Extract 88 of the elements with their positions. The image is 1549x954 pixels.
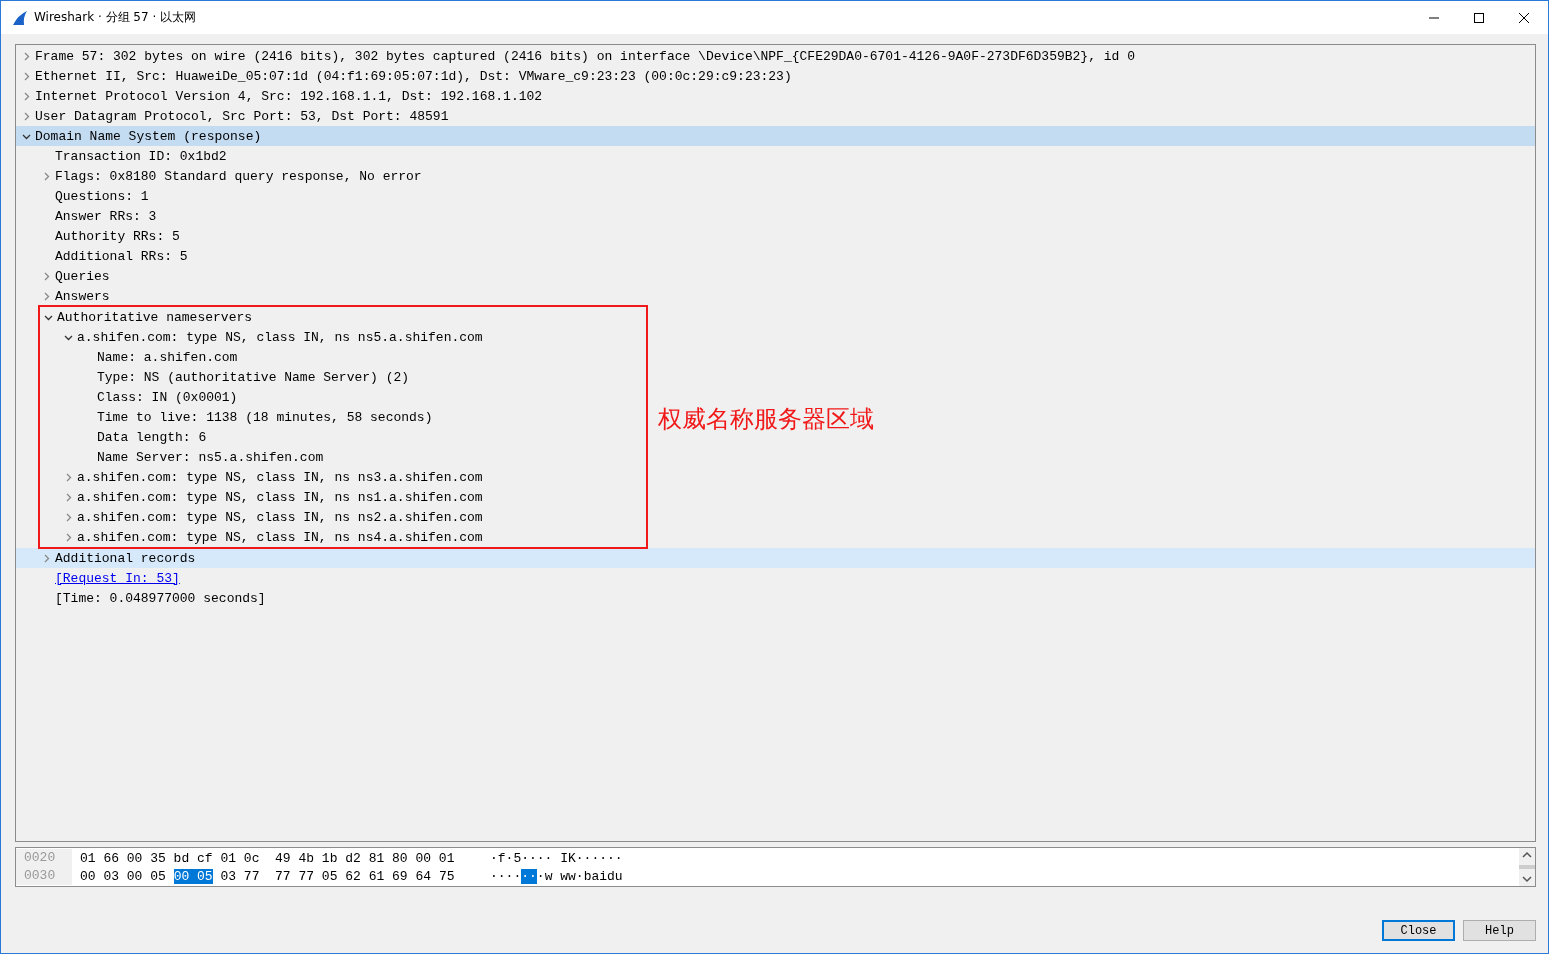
hex-bytes[interactable]: 00 03 00 05	[80, 868, 174, 884]
tree-row[interactable]: [Request In: 53]	[16, 568, 1535, 588]
request-link[interactable]: [Request In: 53]	[55, 570, 180, 586]
field-label: Flags: 0x8180 Standard query response, No error	[55, 168, 422, 184]
tree-row[interactable]: Answers	[16, 286, 1535, 306]
hex-bytes[interactable]: 01 66 00 35 bd cf 01 0c 49 4b 1b d2 81 80 00 01	[80, 850, 455, 866]
tree-row[interactable]: a.shifen.com: type NS, class IN, ns ns1.a.shifen.com	[18, 487, 646, 507]
expand-chevron-icon[interactable]	[64, 472, 73, 482]
ascii-bytes[interactable]: ·w ww·baidu	[536, 868, 623, 884]
field-label: a.shifen.com: type NS, class IN, ns ns5.a.shifen.com	[77, 329, 483, 345]
tree-row[interactable]: Ethernet II, Src: HuaweiDe_05:07:1d (04:f1:69:05:07:1d), Dst: VMware_c9:23:23 (00:0c:29:c9:23:23)	[16, 66, 1535, 86]
field-label: a.shifen.com: type NS, class IN, ns ns1.a.shifen.com	[77, 489, 483, 505]
tree-row[interactable]: Authority RRs: 5	[16, 226, 1535, 246]
expand-chevron-icon[interactable]	[22, 71, 31, 81]
ascii-bytes[interactable]: ·f·5···· IK······	[490, 850, 623, 866]
field-label: a.shifen.com: type NS, class IN, ns ns3.a.shifen.com	[77, 469, 483, 485]
expand-chevron-icon[interactable]	[22, 51, 31, 61]
tree-row[interactable]: Class: IN (0x0001)	[18, 387, 646, 407]
field-label: Ethernet II, Src: HuaweiDe_05:07:1d (04:f1:69:05:07:1d), Dst: VMware_c9:23:23 (00:0c:29:c9:23:23)	[35, 68, 792, 84]
tree-row[interactable]: Time to live: 1138 (18 minutes, 58 seconds)	[18, 407, 646, 427]
field-label: Authority RRs: 5	[55, 228, 180, 244]
tree-row[interactable]: a.shifen.com: type NS, class IN, ns ns3.a.shifen.com	[18, 467, 646, 487]
field-label: Questions: 1	[55, 188, 149, 204]
tree-row[interactable]: Additional RRs: 5	[16, 246, 1535, 266]
field-label: Name Server: ns5.a.shifen.com	[97, 449, 324, 465]
expand-chevron-icon[interactable]	[64, 532, 73, 542]
expand-chevron-icon[interactable]	[22, 111, 31, 121]
field-label: User Datagram Protocol, Src Port: 53, Dst Port: 48591	[35, 108, 449, 124]
tree-row[interactable]: Domain Name System (response)	[16, 126, 1535, 146]
tree-row[interactable]: Flags: 0x8180 Standard query response, No error	[16, 166, 1535, 186]
maximize-icon[interactable]	[1473, 11, 1485, 24]
field-label: Name: a.shifen.com	[97, 349, 238, 365]
byte-offset: 0020	[16, 849, 72, 867]
selected-ascii-bytes[interactable]: ··	[521, 868, 537, 884]
field-label: a.shifen.com: type NS, class IN, ns ns4.a.shifen.com	[77, 529, 483, 545]
tree-row[interactable]: Authoritative nameservers	[18, 307, 646, 327]
annotation-label: 权威名称服务器区域	[658, 404, 874, 435]
expand-chevron-icon[interactable]	[64, 512, 73, 522]
tree-row[interactable]: a.shifen.com: type NS, class IN, ns ns5.a.shifen.com	[18, 327, 646, 347]
scroll-up-icon[interactable]	[1522, 851, 1532, 859]
field-label: Domain Name System (response)	[35, 128, 262, 144]
tree-row[interactable]: Name Server: ns5.a.shifen.com	[18, 447, 646, 467]
tree-row[interactable]: Name: a.shifen.com	[18, 347, 646, 367]
tree-row[interactable]: Additional records	[16, 548, 1535, 568]
field-label: Transaction ID: 0x1bd2	[55, 148, 227, 164]
field-label: Answer RRs: 3	[55, 208, 157, 224]
field-label: Data length: 6	[97, 429, 207, 445]
dialog-button[interactable]: Help	[1463, 920, 1536, 941]
field-label: a.shifen.com: type NS, class IN, ns ns2.a.shifen.com	[77, 509, 483, 525]
tree-row[interactable]: Data length: 6	[18, 427, 646, 447]
tree-row[interactable]: Questions: 1	[16, 186, 1535, 206]
selected-hex-bytes[interactable]: 00 05	[173, 868, 213, 884]
field-label: Additional records	[55, 550, 196, 566]
tree-row[interactable]: Frame 57: 302 bytes on wire (2416 bits), 302 bytes captured (2416 bits) on interface \Device\NPF_{CFE29DA0-6701-4126-9A0F-273DF6D359B2}, id 0	[16, 46, 1535, 66]
hex-bytes[interactable]: 03 77 77 77 05 62 61 69 64 75	[212, 868, 455, 884]
field-label: Class: IN (0x0001)	[97, 389, 238, 405]
expand-chevron-icon[interactable]	[42, 291, 51, 301]
tree-row[interactable]: Type: NS (authoritative Name Server) (2)	[18, 367, 646, 387]
tree-row[interactable]: User Datagram Protocol, Src Port: 53, Dst Port: 48591	[16, 106, 1535, 126]
field-label: Internet Protocol Version 4, Src: 192.168.1.1, Dst: 192.168.1.102	[35, 88, 543, 104]
expand-chevron-icon[interactable]	[42, 171, 51, 181]
window-title: Wireshark · 分组 57 · 以太网	[34, 9, 197, 26]
field-label: Queries	[55, 268, 110, 284]
field-label: [Time: 0.048977000 seconds]	[55, 590, 266, 606]
shark-fin-icon	[12, 10, 28, 25]
dialog-button[interactable]: Close	[1382, 920, 1455, 941]
tree-row[interactable]: Transaction ID: 0x1bd2	[16, 146, 1535, 166]
tree-row[interactable]: Internet Protocol Version 4, Src: 192.168.1.1, Dst: 192.168.1.102	[16, 86, 1535, 106]
expand-chevron-icon[interactable]	[64, 492, 73, 502]
tree-row[interactable]: a.shifen.com: type NS, class IN, ns ns2.a.shifen.com	[18, 507, 646, 527]
byte-offset: 0030	[16, 867, 72, 885]
scroll-down-icon[interactable]	[1522, 875, 1532, 883]
ascii-bytes[interactable]: ····	[490, 868, 522, 884]
expand-chevron-icon[interactable]	[22, 91, 31, 101]
vertical-scrollbar[interactable]	[1519, 848, 1535, 886]
field-label: Time to live: 1138 (18 minutes, 58 seconds)	[97, 409, 433, 425]
field-label: Additional RRs: 5	[55, 248, 188, 264]
tree-row[interactable]: a.shifen.com: type NS, class IN, ns ns4.a.shifen.com	[18, 527, 646, 547]
tree-row[interactable]: [Time: 0.048977000 seconds]	[16, 588, 1535, 608]
field-label: Frame 57: 302 bytes on wire (2416 bits), 302 bytes captured (2416 bits) on interface \Device\NPF_{CFE29DA0-6701-4126-9A0F-273DF6D359B2}, id 0	[35, 48, 1135, 64]
field-label: Answers	[55, 288, 110, 304]
field-label: Authoritative nameservers	[57, 309, 253, 325]
tree-row[interactable]: Answer RRs: 3	[16, 206, 1535, 226]
expand-chevron-icon[interactable]	[42, 271, 51, 281]
close-icon[interactable]	[1518, 11, 1530, 24]
field-label: Type: NS (authoritative Name Server) (2)	[97, 369, 410, 385]
expand-chevron-icon[interactable]	[42, 553, 51, 563]
tree-row[interactable]: Queries	[16, 266, 1535, 286]
